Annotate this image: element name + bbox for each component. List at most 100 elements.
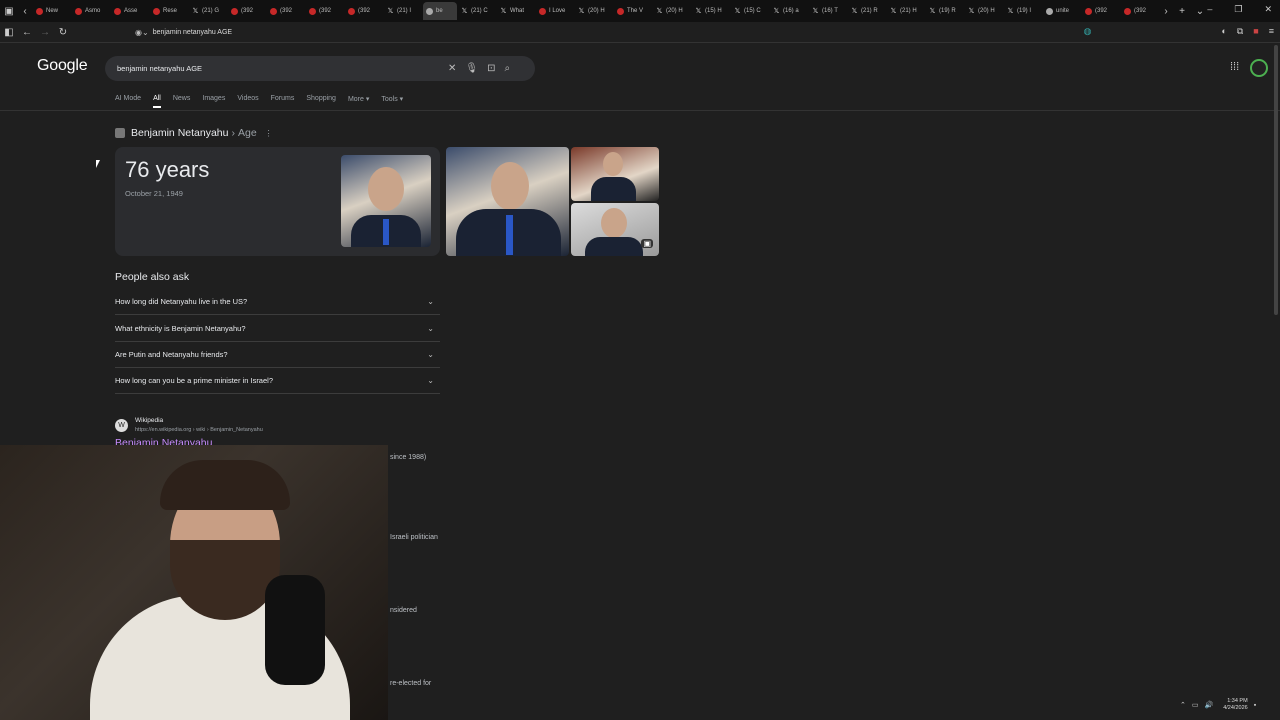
portrait-image[interactable] — [341, 155, 431, 247]
search-input[interactable] — [115, 63, 439, 74]
filter-tab[interactable]: News — [173, 95, 191, 108]
extension-badge-icon[interactable]: ■ — [1253, 26, 1258, 37]
filter-tab[interactable]: All — [153, 95, 161, 108]
browser-tab[interactable]: 𝕏 (20) H — [575, 2, 613, 20]
volume-icon[interactable]: 🔊 — [1205, 701, 1214, 709]
browser-tab[interactable]: The V — [614, 2, 652, 20]
browser-tab[interactable]: 𝕏 (15) H — [692, 2, 730, 20]
paa-question-2[interactable]: What ethnicity is Benjamin Netanyahu? ⌄ — [115, 315, 440, 342]
tab-scroll-left-icon[interactable]: ‹ — [18, 6, 32, 17]
paa-question-1[interactable]: How long did Netanyahu live in the US? ⌄ — [115, 288, 440, 315]
paa-question-text[interactable]: What ethnicity is Benjamin Netanyahu? — [115, 324, 246, 333]
browser-tab[interactable]: 𝕏 (19) I — [1004, 2, 1042, 20]
close-window-icon[interactable]: ✕ — [1264, 4, 1272, 15]
tab-label: What — [510, 8, 525, 14]
browser-tab[interactable]: (392 — [306, 2, 344, 20]
browser-tab[interactable]: be — [423, 2, 457, 20]
clear-icon[interactable]: ✕ — [448, 63, 456, 74]
age-answer-card: 76 years October 21, 1949 — [115, 147, 440, 256]
apps-grid-icon[interactable]: ⁞⁞⁞ — [1230, 61, 1239, 73]
entity-name[interactable]: Benjamin Netanyahu — [131, 127, 228, 139]
browser-tab[interactable]: 𝕏 (21) C — [458, 2, 496, 20]
notification-icon[interactable]: ▪ — [1254, 702, 1256, 709]
browser-tab[interactable]: New — [33, 2, 71, 20]
paa-question-4[interactable]: How long can you be a prime minister in … — [115, 367, 440, 394]
vpn-icon[interactable]: ◍ — [1084, 26, 1092, 37]
browser-tab[interactable]: 𝕏 What — [497, 2, 535, 20]
chevron-down-icon[interactable]: ⌄ — [427, 297, 434, 306]
browser-tab[interactable]: I Love — [536, 2, 574, 20]
microphone-icon[interactable]: 🎙 — [465, 63, 478, 74]
chevron-down-icon[interactable]: ⌄ — [427, 350, 434, 359]
clock[interactable]: 1:34 PM 4/24/2026 — [1223, 698, 1247, 712]
google-logo[interactable]: Google — [37, 57, 88, 75]
browser-tab[interactable]: 𝕏 (21) G — [189, 2, 227, 20]
lens-icon[interactable]: ⊡ — [487, 63, 495, 74]
filter-tab[interactable]: Shopping — [306, 95, 336, 108]
filter-tab[interactable]: Images — [202, 95, 225, 108]
browser-tab[interactable]: (392 — [267, 2, 305, 20]
filter-tab[interactable]: More ▾ — [348, 95, 369, 108]
red-dot-icon — [309, 7, 316, 15]
filter-tab[interactable]: Videos — [237, 95, 258, 108]
new-tab-icon[interactable]: + — [1173, 6, 1191, 17]
filter-tab[interactable]: Tools ▾ — [381, 95, 403, 108]
browser-tab[interactable]: Rese — [150, 2, 188, 20]
page-scrollbar[interactable] — [1274, 45, 1278, 315]
address-text[interactable]: benjamin netanyahu AGE — [153, 29, 232, 36]
browser-tab[interactable]: 𝕏 (20) H — [965, 2, 1003, 20]
more-options-icon[interactable]: ⋮ — [265, 129, 273, 138]
image-small-bottom[interactable]: ▣ — [571, 203, 659, 256]
browser-tab[interactable]: 𝕏 (16) a — [770, 2, 808, 20]
browser-tab[interactable]: 𝕏 (21) H — [887, 2, 925, 20]
paa-question-3[interactable]: Are Putin and Netanyahu friends? ⌄ — [115, 341, 440, 368]
maximize-icon[interactable]: ❐ — [1234, 4, 1242, 15]
browser-tab[interactable]: 𝕏 (21) R — [848, 2, 886, 20]
filter-tab[interactable]: Forums — [271, 95, 295, 108]
minimize-icon[interactable]: – — [1207, 4, 1212, 15]
browser-tab[interactable]: (392 — [228, 2, 266, 20]
search-icon[interactable]: ⌕ — [504, 63, 510, 74]
browser-tab[interactable]: 𝕏 (15) C — [731, 2, 769, 20]
extensions-icon[interactable]: ⧉ — [1237, 26, 1243, 37]
chevron-down-icon[interactable]: ⌄ — [427, 324, 434, 333]
browser-tab[interactable]: Asse — [111, 2, 149, 20]
avatar[interactable] — [1250, 59, 1268, 77]
paa-question-text[interactable]: Are Putin and Netanyahu friends? — [115, 350, 228, 359]
site-info-icon[interactable]: ◉⌄ — [135, 28, 149, 37]
tab-label: (19) R — [939, 8, 956, 14]
back-icon[interactable]: ← — [18, 27, 36, 38]
red-dot-icon — [539, 7, 546, 15]
paa-question-text[interactable]: How long can you be a prime minister in … — [115, 376, 273, 385]
menu-icon[interactable]: ≡ — [1269, 26, 1274, 37]
tab-actions-icon[interactable]: ▣ — [0, 6, 18, 17]
tab-search-icon[interactable]: ⌄ — [1191, 6, 1209, 17]
browser-tab[interactable]: 𝕏 (20) H — [653, 2, 691, 20]
sidebar-icon[interactable]: ◧ — [0, 27, 18, 38]
address-bar[interactable]: ◉⌄ benjamin netanyahu AGE — [135, 25, 1145, 39]
tray-overflow-icon[interactable]: ⌃ — [1180, 701, 1186, 709]
tab-scroll-right-icon[interactable]: › — [1159, 6, 1173, 17]
reload-icon[interactable]: ↻ — [54, 27, 72, 38]
chevron-down-icon[interactable]: ⌄ — [427, 376, 434, 385]
result-site-name[interactable]: Wikipedia — [135, 417, 163, 424]
paa-question-text[interactable]: How long did Netanyahu live in the US? — [115, 297, 247, 306]
browser-tab[interactable]: unite — [1043, 2, 1081, 20]
network-icon[interactable]: ▭ — [1192, 701, 1199, 709]
filter-tab[interactable]: AI Mode — [115, 95, 141, 108]
image-gallery-icon[interactable]: ▣ — [641, 239, 653, 248]
browser-tab[interactable]: (392 — [345, 2, 383, 20]
tab-label: The V — [627, 8, 644, 14]
browser-tab[interactable]: 𝕏 (16) T — [809, 2, 847, 20]
browser-tab[interactable]: 𝕏 (21) I — [384, 2, 422, 20]
globe-icon — [426, 7, 433, 15]
image-large[interactable] — [446, 147, 569, 256]
browser-tab[interactable]: (392 — [1082, 2, 1120, 20]
image-small-top[interactable] — [571, 147, 659, 201]
forward-icon[interactable]: → — [36, 27, 54, 38]
profile-icon[interactable]: ◐ — [1221, 26, 1226, 37]
browser-tab[interactable]: 𝕏 (19) R — [926, 2, 964, 20]
browser-tab[interactable]: (392 — [1121, 2, 1159, 20]
result-url[interactable]: https://en.wikipedia.org › wiki › Benjam… — [135, 427, 263, 433]
browser-tab[interactable]: Asmo — [72, 2, 110, 20]
